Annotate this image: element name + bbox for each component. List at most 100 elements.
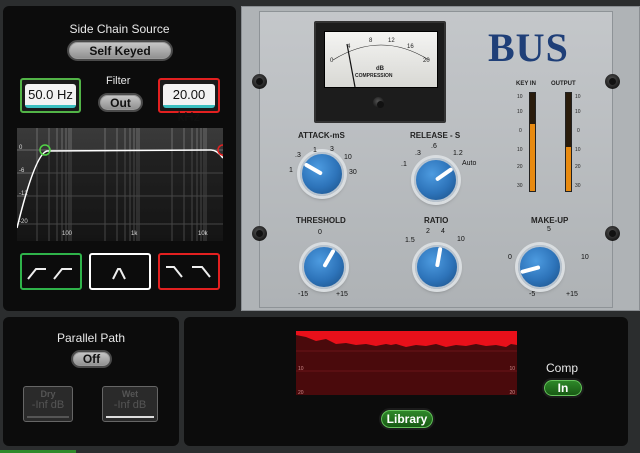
high-freq-control[interactable]: 20.00 kHz (158, 78, 220, 124)
lowpass-shelf-icon (166, 266, 211, 278)
graph-x-tick: 10k (198, 231, 208, 237)
history-tick: 20 (509, 390, 515, 395)
screw (605, 74, 620, 89)
vu-caption: dB (376, 66, 384, 72)
release-tick: .3 (415, 150, 421, 157)
graph-y-tick: -20 (19, 219, 28, 225)
graph-x-tick: 1k (131, 231, 138, 237)
makeup-tick: +15 (566, 291, 578, 298)
release-tick: 1.2 (453, 150, 463, 157)
threshold-tick: +15 (336, 291, 348, 298)
attack-tick: .3 (295, 152, 301, 159)
meter-scale: 10 (517, 109, 523, 115)
wet-label: Wet (121, 389, 139, 399)
parallel-path-panel: Parallel Path Off Dry -Inf dB Wet -Inf d… (3, 317, 179, 446)
meter-scale: 10 (517, 94, 523, 100)
meter-scale: 0 (519, 128, 522, 134)
history-tick: 20 (298, 390, 304, 395)
makeup-tick: 0 (508, 254, 512, 261)
parallel-path-title: Parallel Path (56, 331, 126, 345)
filter-label: Filter (106, 75, 131, 87)
self-keyed-button[interactable]: Self Keyed (67, 40, 173, 61)
history-tick: 10 (298, 366, 304, 372)
meter-scale: 10 (575, 94, 581, 100)
graph-x-tick: 100 (62, 231, 73, 237)
comp-in-button[interactable]: In (542, 378, 584, 398)
attack-tick: 3 (330, 146, 334, 153)
wet-control[interactable]: Wet -Inf dB (102, 386, 158, 422)
dry-control[interactable]: Dry -Inf dB (23, 386, 73, 422)
sidechain-panel: Side Chain Source Self Keyed Filter 50.0… (3, 6, 236, 311)
highpass-lowpass-filter-button[interactable] (20, 253, 82, 290)
filter-out-button[interactable]: Out (98, 93, 143, 112)
low-freq-control[interactable]: 50.0 Hz (20, 78, 81, 113)
highpass-shelf-icon (27, 268, 72, 280)
screw (605, 226, 620, 241)
library-button[interactable]: Library (379, 408, 435, 430)
high-freq-value[interactable]: 20.00 kHz (163, 84, 215, 124)
ratio-tick: 2 (426, 228, 430, 235)
history-graph (296, 331, 517, 372)
output-meter (565, 92, 572, 192)
attack-tick: 10 (344, 154, 352, 161)
dry-value: -Inf dB (31, 399, 65, 411)
bandpass-filter-button[interactable] (89, 253, 151, 290)
vu-subcaption: COMPRESSION (355, 73, 393, 79)
vu-scale-16: 16 (407, 44, 414, 50)
ratio-knob[interactable] (415, 245, 459, 289)
release-tick: Auto (462, 160, 477, 167)
compression-vu-meter: 0 4 8 12 16 20 dB COMPRESSION (314, 21, 446, 123)
dry-label: Dry (40, 389, 56, 399)
bus-logo: BUS (488, 25, 569, 70)
ratio-tick: 1.5 (405, 237, 415, 244)
sidechain-eq-graph[interactable]: 0 -6 -12 -20 100 1k 10k (17, 128, 223, 241)
history-tick: 10 (509, 366, 515, 372)
threshold-knob[interactable] (302, 245, 346, 289)
ratio-label: RATIO (424, 216, 449, 225)
key-in-meter (529, 92, 536, 192)
threshold-label: THRESHOLD (296, 216, 346, 225)
threshold-tick: 0 (318, 229, 322, 236)
low-freq-value[interactable]: 50.0 Hz (25, 84, 76, 108)
release-knob[interactable] (414, 158, 458, 202)
graph-y-tick: -6 (19, 168, 25, 174)
meter-scale: 30 (517, 183, 523, 189)
meter-scale: 10 (575, 147, 581, 153)
makeup-tick: -5 (529, 291, 536, 298)
release-tick: .1 (401, 161, 407, 168)
graph-y-tick: 0 (19, 145, 23, 151)
meter-scale: 10 (517, 147, 523, 153)
history-panel: 10 20 10 20 Comp In Library (184, 317, 628, 446)
makeup-tick: 5 (547, 226, 551, 233)
compressor-faceplate: 0 4 8 12 16 20 dB COMPRESSION BUS KEY IN… (241, 6, 640, 311)
vu-face: 0 4 8 12 16 20 dB COMPRESSION (324, 31, 438, 88)
key-in-meter-fill (530, 124, 535, 191)
ratio-tick: 10 (457, 236, 465, 243)
sidechain-title: Side Chain Source (69, 22, 170, 36)
ratio-tick: 4 (441, 228, 445, 235)
attack-knob[interactable] (300, 152, 344, 196)
makeup-knob[interactable] (518, 245, 562, 289)
vu-scale-4: 4 (347, 44, 351, 50)
bandpass-icon (112, 268, 126, 280)
meter-scale: 0 (577, 128, 580, 134)
lowpass-highpass-filter-button[interactable] (158, 253, 220, 290)
meter-scale: 30 (575, 183, 581, 189)
vu-scale-8: 8 (369, 38, 373, 44)
output-label: OUTPUT (551, 81, 576, 87)
meter-screw (373, 97, 384, 108)
wet-value: -Inf dB (113, 399, 147, 411)
meter-scale: 20 (575, 164, 581, 170)
parallel-toggle-button[interactable]: Off (71, 350, 112, 368)
graph-y-tick: -12 (19, 191, 28, 197)
screw (252, 226, 267, 241)
makeup-label: MAKE-UP (531, 216, 569, 225)
makeup-tick: 10 (581, 254, 589, 261)
gain-reduction-history: 10 20 10 20 (296, 331, 517, 395)
vu-scale-20: 20 (423, 58, 430, 64)
vu-scale-0: 0 (330, 58, 334, 64)
release-label: RELEASE - S (410, 131, 461, 140)
vu-scale-12: 12 (388, 38, 395, 44)
output-meter-fill (566, 146, 571, 191)
screw (252, 74, 267, 89)
